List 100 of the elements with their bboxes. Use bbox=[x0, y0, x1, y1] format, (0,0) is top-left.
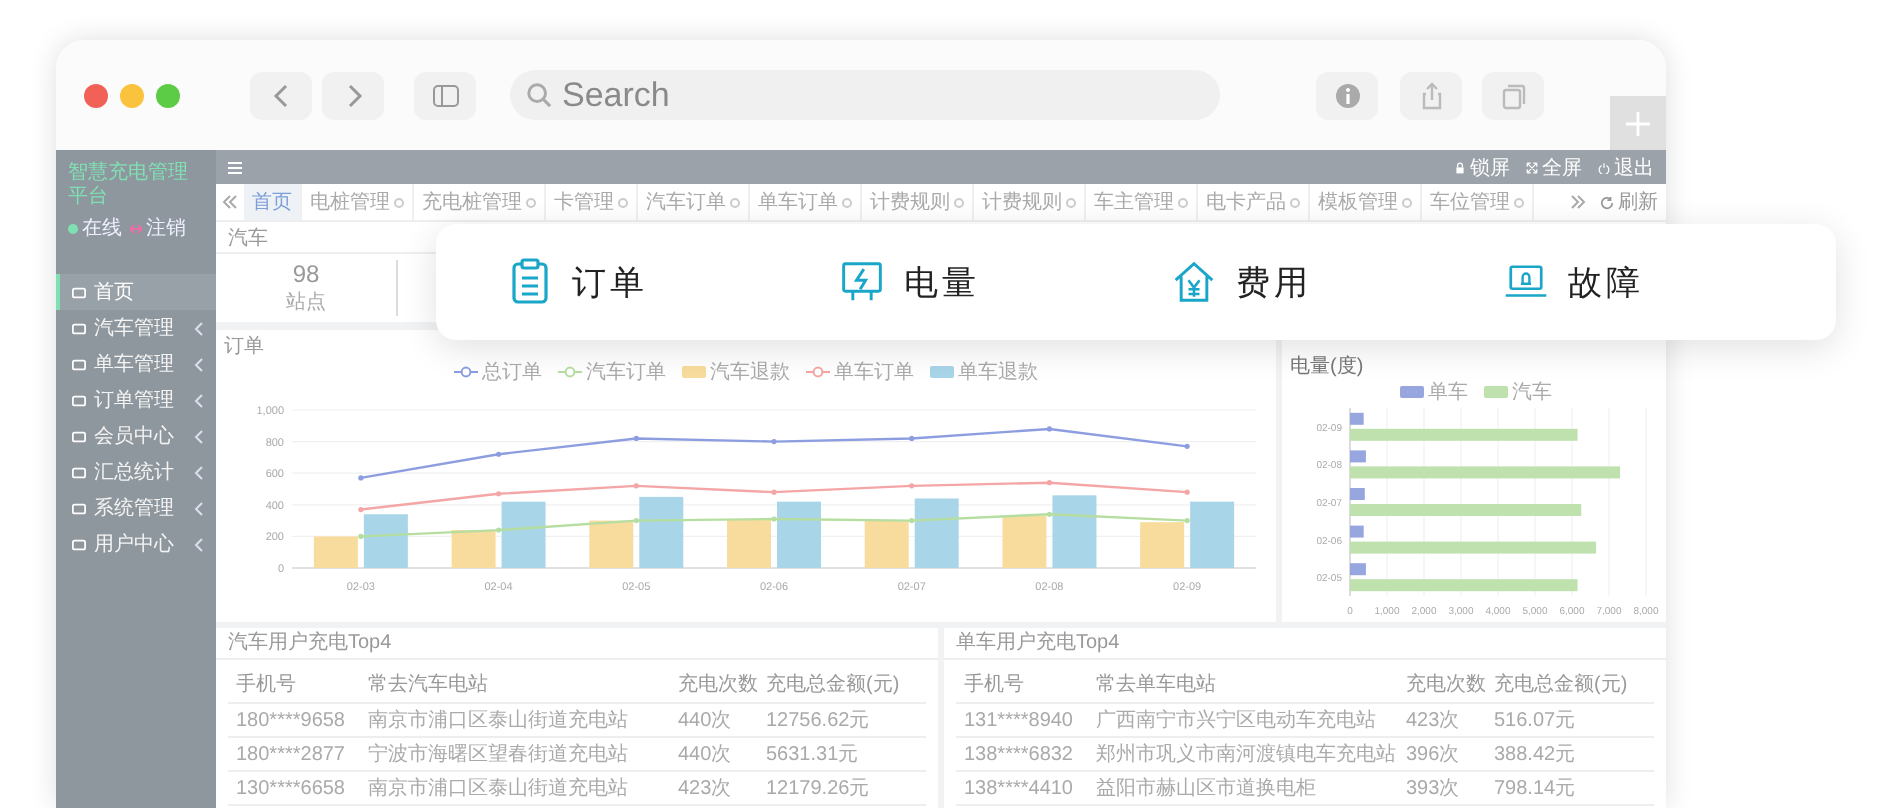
status-label[interactable]: 注销 bbox=[146, 214, 186, 242]
close-dot[interactable] bbox=[84, 83, 108, 107]
close-icon[interactable] bbox=[526, 197, 536, 207]
sidebar-button[interactable] bbox=[414, 71, 476, 119]
zoom-dot[interactable] bbox=[156, 83, 180, 107]
close-icon[interactable] bbox=[394, 197, 404, 207]
legend-swatch-icon bbox=[1400, 386, 1424, 398]
tab[interactable]: 首页 bbox=[244, 184, 302, 220]
bar bbox=[1350, 525, 1364, 538]
summary-label[interactable]: 电量 bbox=[904, 259, 980, 305]
plus-icon bbox=[1626, 111, 1650, 135]
menu-item[interactable]: 汇总统计 bbox=[56, 454, 216, 490]
bar bbox=[1350, 488, 1365, 500]
column-header: 手机号 bbox=[236, 671, 298, 697]
table-cell-text: 130****6658 bbox=[236, 777, 347, 799]
bar bbox=[1052, 495, 1097, 568]
table-cell-text: 396次 bbox=[1406, 742, 1462, 768]
double-chevron-left-icon[interactable] bbox=[222, 194, 238, 210]
table-cell-text: 南京市浦口区泰山街道充电站 bbox=[368, 775, 630, 802]
table-title: 单车用户充电Top4 bbox=[944, 628, 1666, 660]
double-chevron-right-icon[interactable] bbox=[1570, 194, 1586, 210]
summary-label[interactable]: 故障 bbox=[1568, 259, 1644, 305]
legend-label: 单车 bbox=[1428, 379, 1468, 406]
legend-line-icon bbox=[806, 366, 830, 378]
header-action[interactable]: 全屏 bbox=[1526, 153, 1582, 181]
close-icon[interactable] bbox=[730, 197, 740, 207]
column-header: 充电总金额(元) bbox=[766, 671, 902, 697]
share-button[interactable] bbox=[1400, 71, 1462, 119]
tabs-button[interactable] bbox=[1482, 71, 1544, 119]
close-icon[interactable] bbox=[1290, 197, 1300, 207]
menu-item[interactable]: 单车管理 bbox=[56, 346, 216, 382]
menu-item[interactable]: 首页 bbox=[56, 274, 216, 310]
legend-label: 单车订单 bbox=[834, 359, 914, 386]
legend-line-icon bbox=[558, 366, 582, 378]
clipboard-icon bbox=[508, 258, 552, 306]
bar bbox=[864, 520, 909, 568]
minimize-dot[interactable] bbox=[120, 83, 144, 107]
table-cell-text: 440次 bbox=[678, 742, 734, 768]
table-cell-text: 423次 bbox=[678, 776, 734, 802]
menu-item[interactable]: 用户中心 bbox=[56, 526, 216, 562]
table-cell-text: 180****9658 bbox=[236, 709, 347, 731]
chevron-left-icon bbox=[194, 357, 204, 371]
refresh-button[interactable]: 刷新 bbox=[1592, 188, 1666, 216]
close-icon[interactable] bbox=[954, 197, 964, 207]
bar bbox=[777, 501, 821, 568]
chevron-left-icon bbox=[194, 501, 204, 515]
close-icon[interactable] bbox=[1402, 197, 1412, 207]
column-header: 充电次数 bbox=[1406, 671, 1486, 697]
house-yen-icon bbox=[1172, 258, 1216, 306]
menu-item[interactable]: 汽车管理 bbox=[56, 310, 216, 346]
column-header: 手机号 bbox=[964, 671, 1026, 697]
lightning-board-icon bbox=[840, 258, 884, 306]
summary-label[interactable]: 费用 bbox=[1236, 259, 1312, 305]
table-cell-text: 郑州市巩义市南河渡镇电车充电站 bbox=[1096, 741, 1398, 768]
menu-item[interactable]: 会员中心 bbox=[56, 418, 216, 454]
close-icon[interactable] bbox=[1066, 197, 1076, 207]
table-cell-text: 798.14元 bbox=[1494, 776, 1578, 802]
table-cell-text: 388.42元 bbox=[1494, 742, 1578, 768]
bar bbox=[1002, 515, 1047, 568]
section-title: 汽车 bbox=[228, 225, 268, 251]
chevron-left-icon bbox=[194, 537, 204, 551]
stat-label: 站点 bbox=[286, 289, 326, 316]
bar bbox=[914, 498, 959, 568]
bar bbox=[501, 501, 546, 568]
table-cell-text: 12756.62元 bbox=[766, 708, 872, 734]
bar bbox=[1350, 412, 1364, 425]
sidebar-icon bbox=[431, 81, 459, 109]
chevron-left-icon bbox=[194, 429, 204, 443]
expand-icon bbox=[1526, 161, 1538, 173]
table-cell-text: 138****4410 bbox=[964, 777, 1075, 799]
chevron-left-icon bbox=[194, 465, 204, 479]
header-action[interactable]: 锁屏 bbox=[1454, 153, 1510, 181]
close-icon[interactable] bbox=[618, 197, 628, 207]
search-field[interactable]: Search bbox=[510, 70, 1220, 120]
bar bbox=[1350, 563, 1366, 576]
legend-label: 汽车 bbox=[1512, 379, 1552, 406]
forward-button[interactable] bbox=[322, 71, 384, 119]
panel-title: 电量(度) bbox=[1290, 356, 1366, 380]
header-action[interactable]: 退出 bbox=[1598, 153, 1654, 181]
menu-item[interactable]: 订单管理 bbox=[56, 382, 216, 418]
table-cell-text: 180****2877 bbox=[236, 743, 347, 765]
bar bbox=[1190, 501, 1235, 568]
close-icon[interactable] bbox=[1178, 197, 1188, 207]
table-cell-text: 516.07元 bbox=[1494, 708, 1578, 734]
legend-label: 总订单 bbox=[482, 359, 542, 386]
table-cell-text: 131****8940 bbox=[964, 709, 1075, 731]
close-icon[interactable] bbox=[1514, 197, 1524, 207]
tabs-icon bbox=[1499, 81, 1527, 109]
back-button[interactable] bbox=[250, 71, 312, 119]
app-title: 智慧充电管理平台 bbox=[66, 159, 190, 212]
bar bbox=[1350, 450, 1366, 463]
legend-line-icon bbox=[454, 366, 478, 378]
new-tab-button[interactable] bbox=[1610, 96, 1666, 150]
close-icon[interactable] bbox=[842, 197, 852, 207]
status-label: 在线 bbox=[82, 215, 122, 242]
menu-item[interactable]: 系统管理 bbox=[56, 490, 216, 526]
info-button[interactable] bbox=[1316, 71, 1378, 119]
table-cell-text: 广西南宁市兴宁区电动车充电站 bbox=[1096, 707, 1378, 734]
summary-label[interactable]: 订单 bbox=[572, 259, 648, 305]
logout-icon bbox=[130, 223, 142, 233]
